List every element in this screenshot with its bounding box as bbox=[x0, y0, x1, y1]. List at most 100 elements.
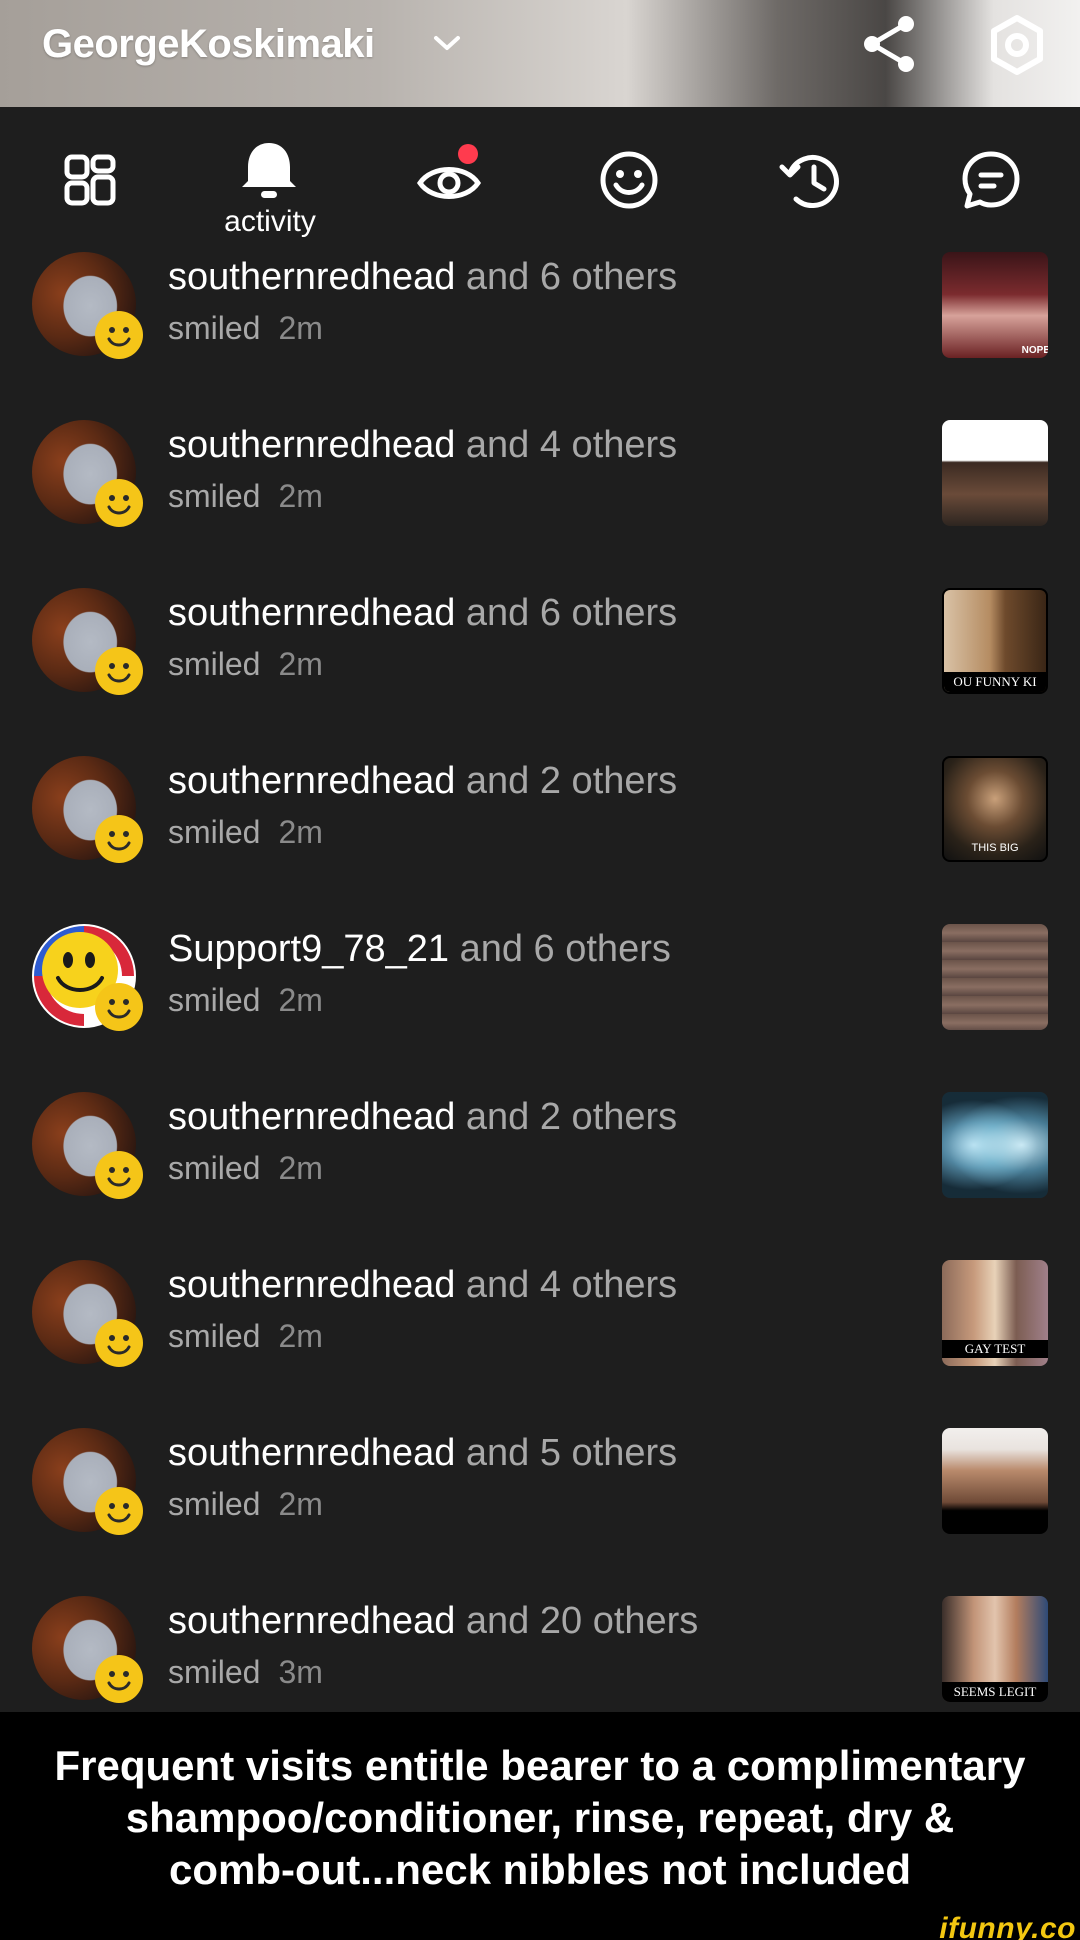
activity-meta: smiled 2m bbox=[168, 478, 323, 515]
list-item[interactable]: southernredhead and 4 others smiled 2m bbox=[0, 418, 1080, 586]
username-link[interactable]: southernredhead bbox=[168, 592, 455, 634]
list-item[interactable]: southernredhead and 6 others smiled 2m NO… bbox=[0, 250, 1080, 418]
timestamp: 2m bbox=[278, 310, 323, 346]
meme-caption: Frequent visits entitle bearer to a comp… bbox=[0, 1712, 1080, 1918]
share-icon[interactable] bbox=[858, 12, 922, 76]
post-thumbnail[interactable] bbox=[942, 924, 1048, 1030]
thumbnail-caption: NOPE bbox=[1021, 345, 1048, 356]
smile-badge-icon bbox=[95, 983, 143, 1031]
others-count: and 4 others bbox=[465, 424, 678, 466]
profile-header: GeorgeKoskimaki bbox=[0, 0, 1080, 107]
smile-badge-icon bbox=[95, 1319, 143, 1367]
post-thumbnail[interactable] bbox=[942, 1092, 1048, 1198]
action-text: smiled bbox=[168, 310, 261, 346]
timestamp: 2m bbox=[278, 1486, 323, 1522]
others-count: and 5 others bbox=[465, 1432, 678, 1474]
tab-featured[interactable] bbox=[55, 145, 125, 215]
settings-icon[interactable] bbox=[986, 14, 1048, 76]
activity-text: southernredhead and 4 others bbox=[168, 1264, 677, 1307]
activity-text: southernredhead and 6 others bbox=[168, 256, 677, 299]
smile-badge-icon bbox=[95, 1151, 143, 1199]
post-thumbnail[interactable] bbox=[942, 1428, 1048, 1534]
list-item[interactable]: southernredhead and 2 others smiled 2m TH… bbox=[0, 754, 1080, 922]
activity-text: southernredhead and 6 others bbox=[168, 592, 677, 635]
post-thumbnail[interactable]: OU FUNNY KI bbox=[942, 588, 1048, 694]
post-thumbnail[interactable] bbox=[942, 420, 1048, 526]
tab-bar: activity bbox=[0, 107, 1080, 250]
activity-meta: smiled 2m bbox=[168, 814, 323, 851]
list-item[interactable]: southernredhead and 5 others smiled 2m bbox=[0, 1426, 1080, 1594]
action-text: smiled bbox=[168, 1150, 261, 1186]
chevron-down-icon[interactable] bbox=[432, 32, 462, 54]
thumbnail-caption: OU FUNNY KI bbox=[944, 672, 1046, 692]
others-count: and 6 others bbox=[459, 928, 671, 970]
username-link[interactable]: southernredhead bbox=[168, 424, 455, 466]
activity-text: southernredhead and 4 others bbox=[168, 424, 677, 467]
tab-chats[interactable] bbox=[956, 145, 1026, 215]
username-link[interactable]: southernredhead bbox=[168, 1096, 455, 1138]
caption-line: comb-out...neck nibbles not included bbox=[168, 1846, 912, 1893]
username-link[interactable]: southernredhead bbox=[168, 1432, 455, 1474]
action-text: smiled bbox=[168, 1318, 261, 1354]
activity-feed[interactable]: southernredhead and 6 others smiled 2m NO… bbox=[0, 250, 1080, 1712]
activity-text: southernredhead and 5 others bbox=[168, 1432, 677, 1475]
thumbnail-caption: THIS BIG bbox=[971, 842, 1019, 854]
activity-text: southernredhead and 20 others bbox=[168, 1600, 698, 1643]
activity-meta: smiled 2m bbox=[168, 1150, 323, 1187]
timestamp: 2m bbox=[278, 646, 323, 682]
list-item[interactable]: southernredhead and 2 others smiled 2m bbox=[0, 1090, 1080, 1258]
activity-text: southernredhead and 2 others bbox=[168, 1096, 677, 1139]
post-thumbnail[interactable]: THIS BIG bbox=[942, 756, 1048, 862]
footer-bar bbox=[0, 1918, 1080, 1940]
username-link[interactable]: southernredhead bbox=[168, 1264, 455, 1306]
thumbnail-caption: GAY TEST bbox=[942, 1340, 1048, 1358]
activity-meta: smiled 2m bbox=[168, 982, 323, 1019]
smile-badge-icon bbox=[95, 815, 143, 863]
activity-meta: smiled 2m bbox=[168, 1318, 323, 1355]
action-text: smiled bbox=[168, 1486, 261, 1522]
others-count: and 6 others bbox=[465, 256, 678, 298]
list-item[interactable]: southernredhead and 4 others smiled 2m GA… bbox=[0, 1258, 1080, 1426]
activity-meta: smiled 2m bbox=[168, 310, 323, 347]
action-text: smiled bbox=[168, 814, 261, 850]
tab-activity[interactable] bbox=[234, 137, 304, 207]
username-link[interactable]: southernredhead bbox=[168, 760, 455, 802]
timestamp: 2m bbox=[278, 1150, 323, 1186]
list-item[interactable]: southernredhead and 20 others smiled 3m S… bbox=[0, 1594, 1080, 1712]
smiley-icon bbox=[600, 151, 658, 209]
post-thumbnail[interactable]: NOPE bbox=[942, 252, 1048, 358]
action-text: smiled bbox=[168, 646, 261, 682]
username-link[interactable]: southernredhead bbox=[168, 256, 455, 298]
smile-badge-icon bbox=[95, 1487, 143, 1535]
others-count: and 2 others bbox=[465, 1096, 678, 1138]
username-title[interactable]: GeorgeKoskimaki bbox=[42, 22, 375, 67]
username-link[interactable]: Support9_78_21 bbox=[168, 928, 449, 970]
tab-activity-label: activity bbox=[224, 205, 316, 238]
others-count: and 6 others bbox=[465, 592, 678, 634]
timestamp: 2m bbox=[278, 1318, 323, 1354]
activity-text: southernredhead and 2 others bbox=[168, 760, 677, 803]
others-count: and 2 others bbox=[465, 760, 678, 802]
others-count: and 20 others bbox=[465, 1600, 699, 1642]
grid-icon bbox=[64, 154, 116, 206]
action-text: smiled bbox=[168, 1654, 261, 1690]
tab-history[interactable] bbox=[776, 145, 846, 215]
post-thumbnail[interactable]: SEEMS LEGIT bbox=[942, 1596, 1048, 1702]
username-link[interactable]: southernredhead bbox=[168, 1600, 455, 1642]
list-item[interactable]: Support9_78_21 and 6 others smiled 2m bbox=[0, 922, 1080, 1090]
bell-icon bbox=[242, 143, 296, 198]
timestamp: 2m bbox=[278, 814, 323, 850]
timestamp: 2m bbox=[278, 478, 323, 514]
tab-smiles[interactable] bbox=[594, 145, 664, 215]
action-text: smiled bbox=[168, 982, 261, 1018]
post-thumbnail[interactable]: GAY TEST bbox=[942, 1260, 1048, 1366]
list-item[interactable]: southernredhead and 6 others smiled 2m OU… bbox=[0, 586, 1080, 754]
smile-badge-icon bbox=[95, 1655, 143, 1703]
chat-icon bbox=[962, 151, 1020, 209]
timestamp: 2m bbox=[278, 982, 323, 1018]
activity-meta: smiled 3m bbox=[168, 1654, 323, 1691]
history-icon bbox=[779, 155, 839, 208]
watermark: ifunny.co bbox=[939, 1912, 1076, 1940]
caption-line: Frequent visits entitle bearer to a comp… bbox=[54, 1742, 1026, 1789]
smile-badge-icon bbox=[95, 479, 143, 527]
